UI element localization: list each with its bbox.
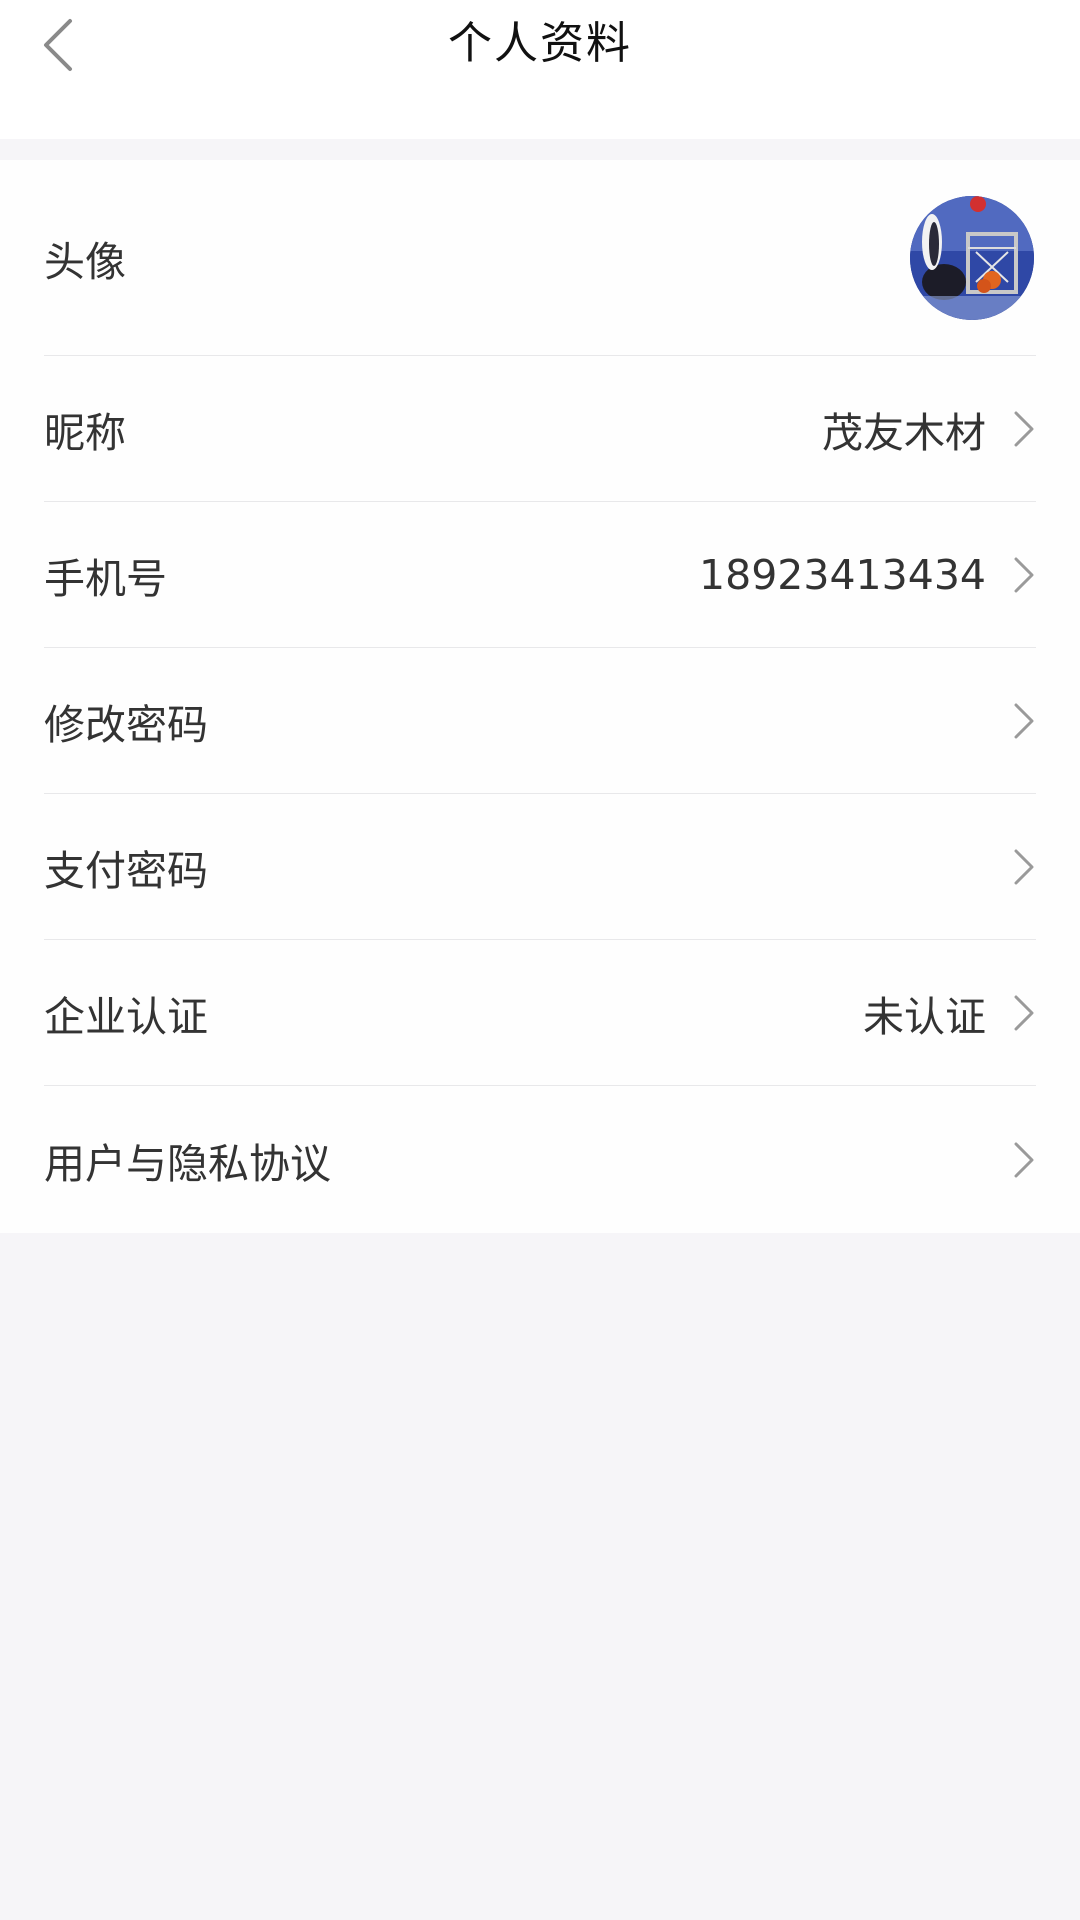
profile-list: 头像 昵称 茂友木材 手机号 18923413434 修改密码 支付密码 企业认… <box>0 160 1080 1233</box>
nickname-row[interactable]: 昵称 茂友木材 <box>0 356 1080 502</box>
profile-page: 个人资料 头像 昵称 茂友木材 手机号 18923413434 修改密码 支付密… <box>0 0 1080 1920</box>
nav-bar: 个人资料 <box>0 0 1080 139</box>
privacy-agreement-row[interactable]: 用户与隐私协议 <box>0 1086 1080 1233</box>
payment-password-row[interactable]: 支付密码 <box>0 794 1080 940</box>
nickname-label: 昵称 <box>44 409 126 457</box>
chevron-right-icon <box>1010 993 1038 1033</box>
page-title: 个人资料 <box>448 18 632 69</box>
payment-password-label: 支付密码 <box>44 847 208 895</box>
enterprise-cert-status: 未认证 <box>863 993 986 1041</box>
chevron-right-icon <box>1010 1140 1038 1180</box>
nickname-value: 茂友木材 <box>822 409 986 457</box>
chevron-right-icon <box>1010 847 1038 887</box>
change-password-row[interactable]: 修改密码 <box>0 648 1080 794</box>
avatar[interactable] <box>910 196 1034 320</box>
chevron-right-icon <box>1010 701 1038 741</box>
enterprise-cert-row[interactable]: 企业认证 未认证 <box>0 940 1080 1086</box>
change-password-label: 修改密码 <box>44 701 208 749</box>
avatar-row[interactable]: 头像 <box>0 160 1080 356</box>
chevron-right-icon <box>1010 555 1038 595</box>
avatar-photo <box>910 196 1034 320</box>
phone-value: 18923413434 <box>699 551 986 599</box>
phone-row[interactable]: 手机号 18923413434 <box>0 502 1080 648</box>
chevron-right-icon <box>1010 409 1038 449</box>
privacy-agreement-label: 用户与隐私协议 <box>44 1139 331 1188</box>
enterprise-cert-label: 企业认证 <box>44 993 208 1041</box>
phone-label: 手机号 <box>44 555 167 603</box>
avatar-label: 头像 <box>44 238 126 286</box>
